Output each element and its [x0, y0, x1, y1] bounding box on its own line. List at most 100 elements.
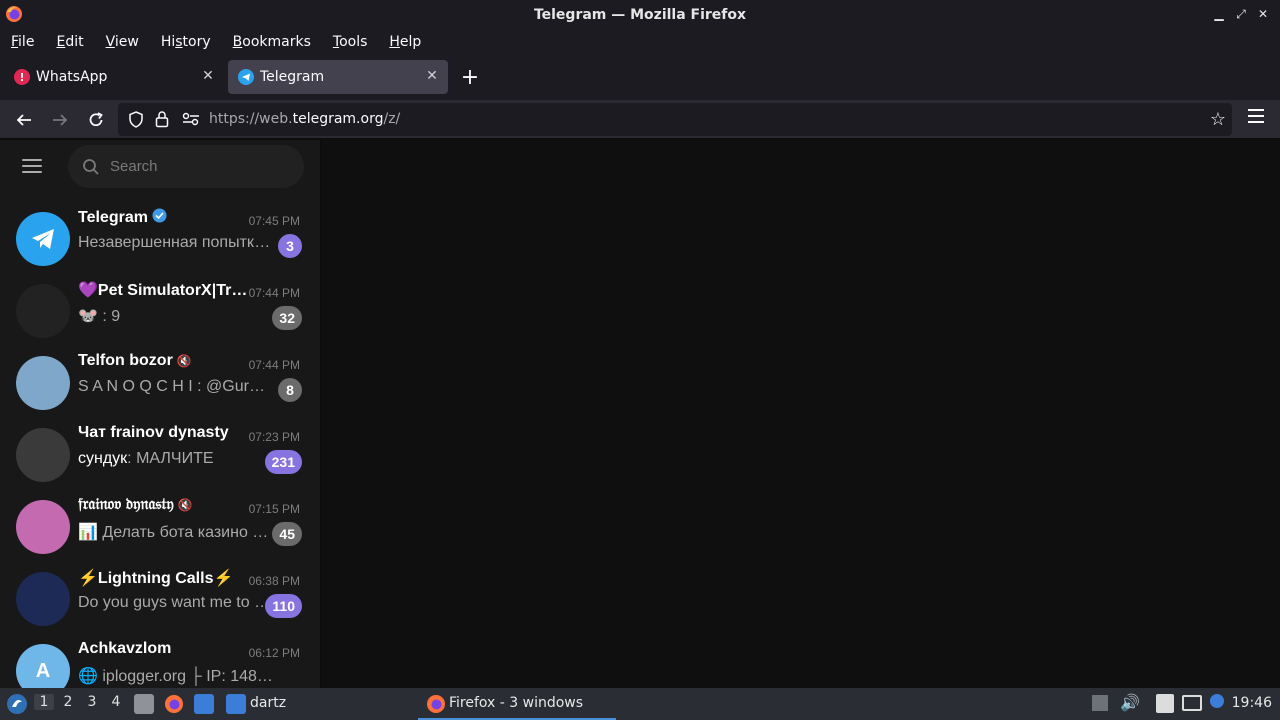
lock-icon[interactable]: [155, 110, 169, 128]
bookmark-star-icon[interactable]: ☆: [1210, 109, 1226, 130]
search-icon: [83, 158, 99, 175]
workspace-2[interactable]: 2: [58, 694, 78, 710]
chat-name: 𝔣𝔯𝔞𝔦𝔫𝔬𝔳 𝔡𝔶𝔫𝔞𝔰𝔱𝔶 🔇: [78, 496, 193, 513]
chat-avatar: [16, 212, 70, 266]
menu-help[interactable]: Help: [378, 34, 432, 50]
chat-time: 07:15 PM: [248, 502, 300, 516]
chat-preview: 📊 Делать бота казино или нет?: [78, 524, 273, 541]
firefox-task-icon: [427, 695, 445, 713]
menu-history[interactable]: History: [150, 34, 222, 50]
chat-avatar: [16, 428, 70, 482]
chat-avatar: [16, 356, 70, 410]
chat-preview: 🐭 : 9: [78, 308, 121, 325]
window-title: Telegram — Mozilla Firefox: [533, 6, 747, 23]
tab-label: WhatsApp: [36, 69, 108, 85]
chat-time: 06:38 PM: [248, 574, 300, 588]
menu-edit[interactable]: Edit: [45, 34, 94, 50]
chat-avatar: [16, 284, 70, 338]
chat-name: Achkavzlom: [78, 640, 172, 657]
chat-list-item[interactable]: A Achkavzlom 06:12 PM 🌐 iplogger.org ├ IP: …: [8, 636, 312, 688]
chat-list-item[interactable]: Telfon bozor 🔇 07:44 PM S A N O Q C H I : @…: [8, 348, 312, 420]
muted-icon: 🔇: [176, 354, 192, 368]
chat-name: Telfon bozor 🔇: [78, 352, 192, 369]
taskbar-firefox-task[interactable]: Firefox - 3 windows: [418, 688, 616, 720]
shield-icon[interactable]: [128, 111, 144, 128]
unread-badge: 231: [264, 450, 302, 474]
chat-name: 💜Pet SimulatorX|Trade🔇: [78, 282, 248, 299]
clock: 19:46: [1231, 695, 1272, 711]
reload-icon: [89, 112, 103, 127]
chat-time: 07:45 PM: [248, 214, 300, 228]
menu-file[interactable]: File: [0, 34, 45, 50]
chat-preview: Незавершенная попытка входа: [78, 234, 273, 251]
folder-label[interactable]: dartz: [250, 695, 286, 711]
network-icon[interactable]: [1182, 695, 1202, 711]
search-input[interactable]: Search: [68, 145, 304, 188]
app-menu-button[interactable]: [1248, 109, 1264, 123]
forward-button[interactable]: [48, 108, 72, 132]
close-window-icon[interactable]: ✕: [1254, 4, 1272, 24]
chat-sidebar: Search Telegram 07:45 PM Незавершенная по…: [0, 140, 320, 688]
workspace-1[interactable]: 1: [34, 694, 54, 710]
workspace-3[interactable]: 3: [82, 694, 102, 710]
navigation-bar: https://web.telegram.org/z/ ☆: [0, 100, 1280, 139]
tab-label: Telegram: [260, 69, 325, 85]
firefox-logo-icon: [6, 6, 22, 22]
unread-badge: 32: [272, 306, 302, 330]
volume-icon[interactable]: 🔊: [1120, 693, 1140, 712]
search-placeholder: Search: [110, 158, 158, 175]
workspace-4[interactable]: 4: [106, 694, 126, 710]
chat-list-item[interactable]: Telegram 07:45 PM Незавершенная попытка в…: [8, 204, 312, 276]
chat-time: 06:12 PM: [248, 646, 300, 660]
close-tab-icon[interactable]: ✕: [200, 68, 216, 84]
tray-expand-icon[interactable]: [1092, 695, 1108, 711]
permissions-icon[interactable]: [182, 112, 200, 126]
chat-list-item[interactable]: 𝔣𝔯𝔞𝔦𝔫𝔬𝔳 𝔡𝔶𝔫𝔞𝔰𝔱𝔶 🔇 07:15 PM 📊 Делать бота ка…: [8, 492, 312, 564]
file-manager-launcher-icon[interactable]: [134, 694, 154, 714]
main-chat-pane: [321, 140, 1280, 688]
firefox-launcher-icon[interactable]: [164, 694, 184, 714]
close-tab-icon[interactable]: ✕: [424, 68, 440, 84]
preview-sender: сундук: [78, 450, 128, 467]
reload-button[interactable]: [84, 108, 108, 132]
menu-bar: File Edit View History Bookmarks Tools Help: [0, 29, 1280, 54]
taskbar: 1 2 3 4 dartz Firefox - 3 windows 🔊 19:4…: [0, 688, 1280, 720]
tab-telegram[interactable]: Telegram ✕: [228, 60, 448, 94]
tab-whatsapp[interactable]: ! WhatsApp ✕: [4, 60, 224, 94]
maximize-icon[interactable]: ⤢: [1232, 4, 1250, 24]
arrow-left-icon: [16, 114, 31, 126]
chat-avatar: [16, 500, 70, 554]
unread-badge: 110: [265, 594, 302, 618]
clipboard-icon[interactable]: [1156, 694, 1174, 713]
chat-time: 07:23 PM: [248, 430, 300, 444]
chat-preview: сундук: МАЛЧИТЕ: [78, 450, 214, 467]
main-menu-button[interactable]: [22, 159, 42, 175]
chat-preview: S A N O Q C H I : @Guruh_admin: [78, 378, 273, 395]
arrow-right-icon: [53, 114, 68, 126]
chat-list-item[interactable]: 💜Pet SimulatorX|Trade🔇07:44 PM 🐭 : 9 32: [8, 276, 312, 348]
verified-icon: [148, 208, 167, 226]
tab-bar: ! WhatsApp ✕ Telegram ✕ +: [0, 54, 1280, 100]
start-menu-icon[interactable]: [6, 693, 28, 715]
menu-view[interactable]: View: [95, 34, 150, 50]
unread-badge: 3: [278, 234, 302, 258]
url-bar[interactable]: https://web.telegram.org/z/ ☆: [118, 103, 1232, 136]
chat-list-item[interactable]: ⚡Lightning Calls⚡ 06:38 PM Do you guys wan…: [8, 564, 312, 636]
unread-badge: 45: [272, 522, 302, 546]
back-button[interactable]: [12, 108, 36, 132]
notification-icon[interactable]: [1210, 694, 1224, 708]
chat-list-item[interactable]: Чат frainov dynasty 07:23 PM сундук: МАЛЧИ…: [8, 420, 312, 492]
chat-avatar: [16, 572, 70, 626]
avatar-letter: A: [35, 659, 51, 682]
new-tab-button[interactable]: +: [458, 65, 482, 90]
url-text[interactable]: https://web.telegram.org/z/: [209, 111, 400, 127]
window-titlebar: Telegram — Mozilla Firefox ▁ ⤢ ✕: [0, 0, 1280, 29]
chat-name: Чат frainov dynasty: [78, 424, 229, 441]
folder-icon[interactable]: [226, 694, 246, 714]
chat-preview: Do you guys want me to post: [78, 594, 273, 611]
chat-time: 07:44 PM: [248, 286, 300, 300]
menu-bookmarks[interactable]: Bookmarks: [222, 34, 322, 50]
minimize-icon[interactable]: ▁: [1210, 4, 1228, 24]
desktop-launcher-icon[interactable]: [194, 694, 214, 714]
menu-tools[interactable]: Tools: [322, 34, 379, 50]
